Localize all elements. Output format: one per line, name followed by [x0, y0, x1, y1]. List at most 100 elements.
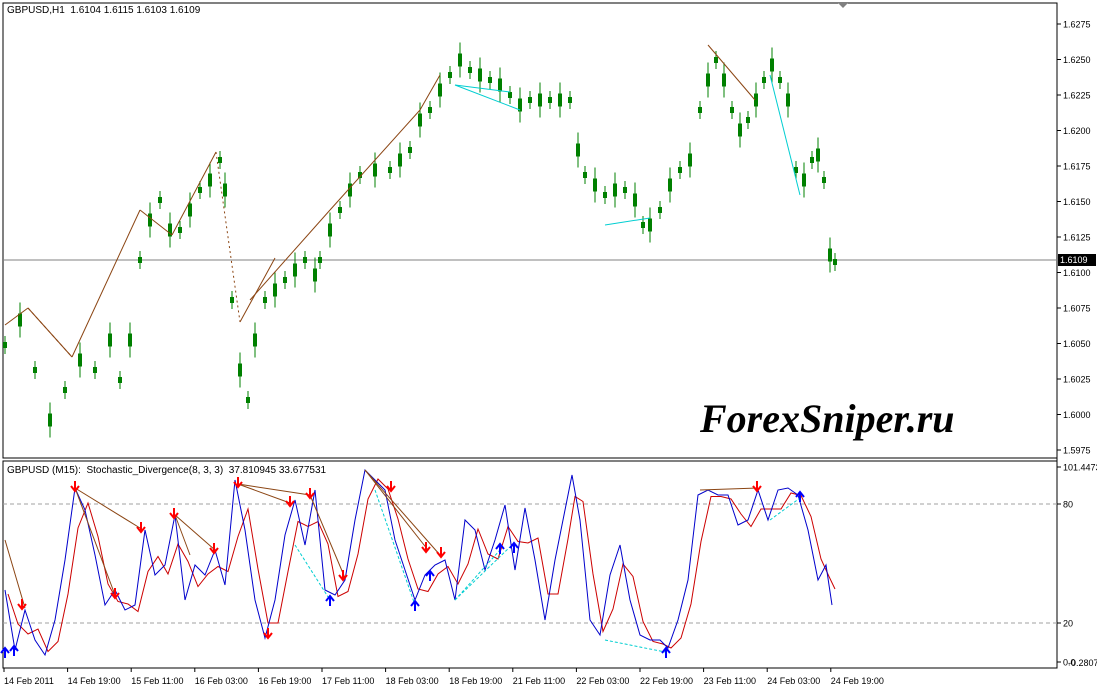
candle-body — [218, 157, 222, 163]
time-tick-label: 14 Feb 2011 — [4, 676, 54, 686]
candle-body — [538, 93, 542, 107]
candle-body — [746, 117, 750, 123]
candle-body — [208, 173, 212, 187]
watermark-text: ForexSniper.ru — [700, 396, 955, 441]
candle-body — [246, 397, 250, 403]
candle-body — [108, 333, 112, 347]
chart-canvas[interactable]: 1.6275 1.6250 1.6225 1.6200 1.6175 1.6150 1.61… — [0, 0, 1097, 690]
candle-body — [698, 107, 702, 113]
price-tick-label: 1.6150 — [1063, 197, 1091, 207]
price-tick-label: 1.6075 — [1063, 304, 1091, 314]
indicator-tick-label: 101.4473 — [1063, 463, 1097, 473]
time-tick-label: 14 Feb 19:00 — [68, 676, 121, 686]
time-tick-label: 24 Feb 03:00 — [767, 676, 820, 686]
candle-body — [778, 77, 782, 83]
candle-body — [273, 283, 277, 297]
candle-body — [802, 173, 806, 187]
candle-body — [641, 222, 645, 228]
candle-body — [418, 113, 422, 127]
indicator-scale: 101.447380200.0-0.2807 — [1057, 463, 1097, 668]
time-tick-label: 16 Feb 19:00 — [258, 676, 311, 686]
candle-body — [313, 268, 317, 282]
main-chart-frame — [2, 2, 1058, 459]
candle-body — [398, 153, 402, 167]
candle-body — [468, 67, 472, 73]
time-tick-label: 16 Feb 03:00 — [195, 676, 248, 686]
time-tick-label: 17 Feb 11:00 — [322, 676, 374, 686]
time-tick-label: 18 Feb 19:00 — [449, 676, 502, 686]
candle-body — [48, 413, 52, 427]
candle-body — [448, 72, 452, 78]
candle-body — [318, 257, 322, 263]
time-tick-label: 24 Feb 19:00 — [831, 676, 884, 686]
symbol-label: GBPUSD,H1 — [7, 5, 65, 16]
candle-body — [458, 53, 462, 67]
candle-body — [198, 187, 202, 193]
candle-body — [658, 207, 662, 213]
current-price-tag: 1.6109 — [1058, 254, 1096, 266]
candle-body — [478, 68, 482, 82]
candle-body — [373, 163, 377, 177]
candle-body — [613, 183, 617, 197]
price-tick-label: 1.6100 — [1063, 268, 1091, 278]
price-tick-label: 1.6200 — [1063, 126, 1091, 136]
candle-body — [603, 192, 607, 198]
price-tick-label: 1.6250 — [1063, 55, 1091, 65]
indicator-header: GBPUSD (M15): Stochastic_Divergence(8, 3… — [7, 465, 326, 476]
candle-body — [648, 218, 652, 232]
candle-body — [722, 73, 726, 87]
candle-body — [148, 213, 152, 227]
candle-body — [583, 172, 587, 178]
time-tick-label: 15 Feb 11:00 — [131, 676, 183, 686]
price-tick-label: 1.6025 — [1063, 375, 1091, 385]
candle-body — [263, 297, 267, 303]
candle-body — [770, 58, 774, 72]
candle-body — [128, 333, 132, 347]
candle-body — [498, 78, 502, 92]
time-axis: 14 Feb 2011 14 Feb 19:00 15 Feb 11:00 16 Fe… — [3, 668, 884, 686]
ohlc-values: 1.6104 1.6115 1.6103 1.6109 — [70, 5, 201, 16]
indicator-name: Stochastic_Divergence(8, 3, 3) — [86, 465, 224, 476]
time-tick-label: 18 Feb 03:00 — [386, 676, 439, 686]
time-tick-label: 21 Feb 11:00 — [513, 676, 565, 686]
candle-body — [438, 83, 442, 97]
candle-body — [828, 248, 832, 262]
candle-body — [178, 227, 182, 233]
indicator-bottom-tick-label: -0.2807 — [1068, 658, 1097, 668]
candle-body — [328, 223, 332, 237]
indicator-tick-label: 20 — [1063, 619, 1073, 629]
candle-body — [810, 157, 814, 163]
candle-body — [833, 259, 837, 265]
time-tick-label: 23 Feb 11:00 — [704, 676, 756, 686]
candle-body — [293, 263, 297, 277]
candle-body — [706, 73, 710, 87]
candle-body — [118, 377, 122, 383]
candle-body — [488, 77, 492, 83]
indicator-symbol: GBPUSD (M15): — [7, 465, 81, 476]
price-scale: 1.6275 1.6250 1.6225 1.6200 1.6175 1.6150 1.61… — [1057, 20, 1091, 456]
candle-body — [78, 353, 82, 367]
candle-body — [138, 257, 142, 263]
candle-body — [338, 207, 342, 213]
indicator-frame — [2, 460, 1058, 669]
candle-body — [786, 93, 790, 107]
candle-body — [822, 177, 826, 183]
candle-body — [678, 167, 682, 173]
candle-body — [230, 297, 234, 303]
indicator-tick-label: 80 — [1063, 500, 1073, 510]
trading-chart[interactable]: 1.6275 1.6250 1.6225 1.6200 1.6175 1.6150 1.61… — [0, 0, 1097, 690]
candle-body — [714, 57, 718, 63]
candle-body — [253, 333, 257, 347]
candle-body — [816, 148, 820, 162]
candle-body — [238, 363, 242, 377]
price-tick-label: 1.6000 — [1063, 410, 1091, 420]
candle-body — [576, 143, 580, 157]
price-tick-label: 1.6275 — [1063, 20, 1091, 30]
candle-body — [762, 77, 766, 83]
candle-body — [688, 153, 692, 167]
candle-body — [3, 342, 7, 348]
candle-body — [730, 107, 734, 113]
candle-body — [388, 167, 392, 173]
candle-body — [283, 277, 287, 283]
main-chart-header: GBPUSD,H1 1.6104 1.6115 1.6103 1.6109 — [7, 5, 200, 16]
